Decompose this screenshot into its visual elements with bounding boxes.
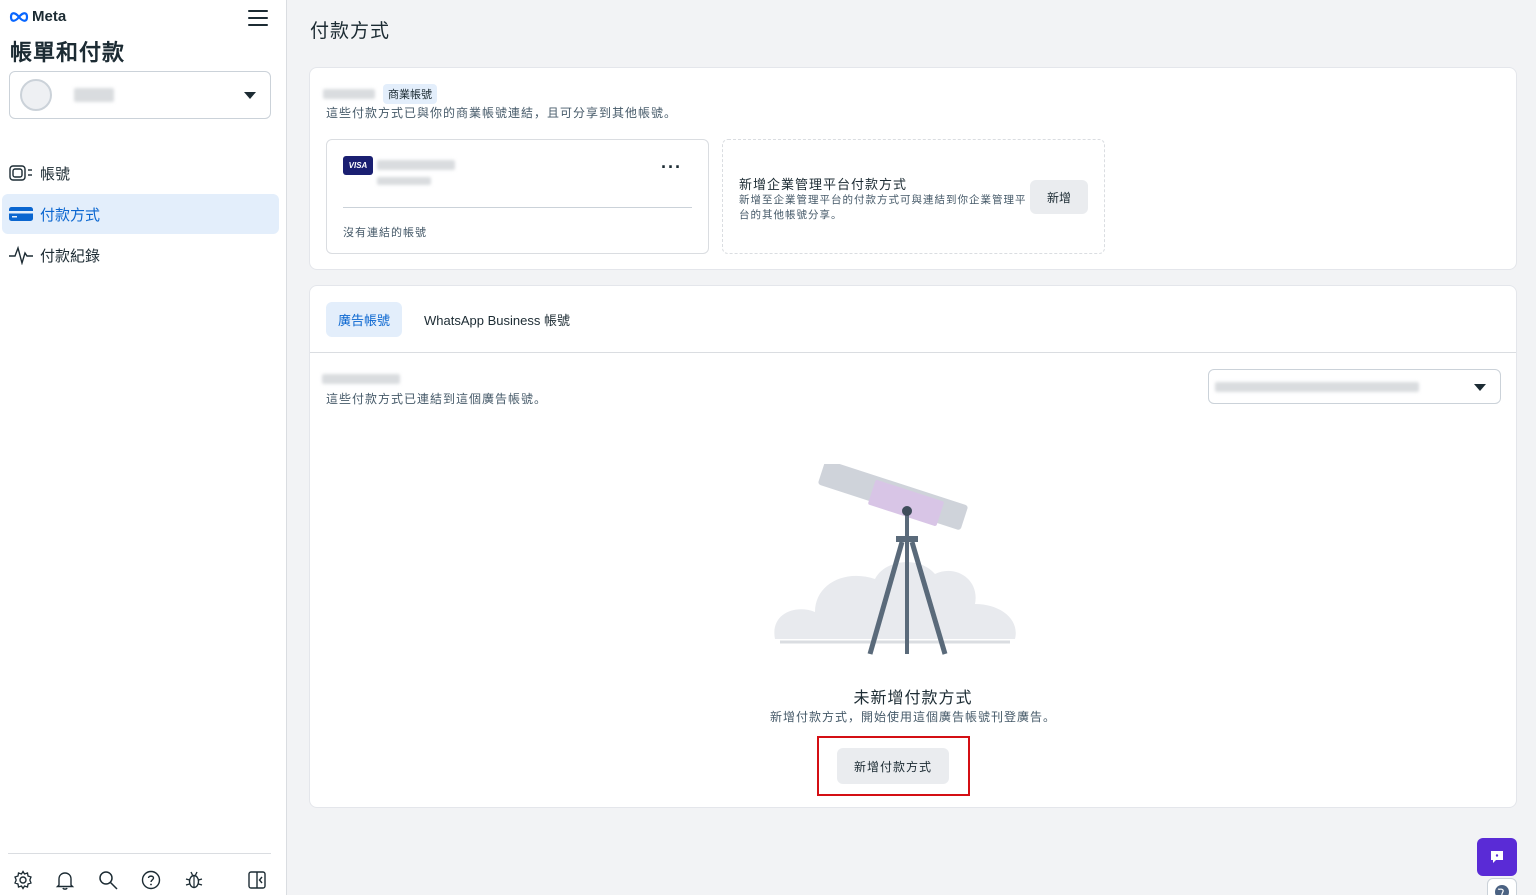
meta-infinity-icon xyxy=(9,11,29,22)
card-number-redacted xyxy=(377,160,455,170)
chevron-down-icon xyxy=(244,92,256,99)
credit-card-icon xyxy=(8,204,34,224)
tab-ad-accounts[interactable]: 廣告帳號 xyxy=(326,302,403,337)
accounts-icon xyxy=(8,163,34,183)
avatar xyxy=(20,79,52,111)
bug-icon[interactable] xyxy=(183,869,205,891)
sidebar-nav: 帳號 付款方式 付款紀錄 xyxy=(0,153,287,276)
add-payment-method-button[interactable]: 新增付款方式 xyxy=(837,748,949,784)
globe-icon xyxy=(1495,885,1509,895)
ad-account-selector[interactable] xyxy=(1208,369,1501,404)
business-account-badge: 商業帳號 xyxy=(383,84,437,104)
chat-icon xyxy=(1491,851,1503,863)
add-platform-title: 新增企業管理平台付款方式 xyxy=(739,177,908,192)
ad-account-name-redacted xyxy=(322,374,400,384)
account-selector[interactable] xyxy=(9,71,271,119)
business-name-redacted xyxy=(323,89,375,99)
sidebar-item-payment-activity[interactable]: 付款紀錄 xyxy=(2,235,279,275)
empty-state-description: 新增付款方式，開始使用這個廣告帳號刊登廣告。 xyxy=(769,710,1056,724)
account-tabs: 廣告帳號 WhatsApp Business 帳號 xyxy=(310,286,1516,353)
business-payment-methods-card: 商業帳號 這些付款方式已與你的商業帳號連結，且可分享到其他帳號。 VISA ··… xyxy=(309,67,1517,270)
sidebar-item-label: 帳號 xyxy=(40,165,71,183)
ad-account-description: 這些付款方式已連結到這個廣告帳號。 xyxy=(326,392,548,406)
linked-accounts-note: 沒有連結的帳號 xyxy=(343,227,427,239)
chat-button[interactable] xyxy=(1477,838,1517,876)
sidebar-item-payment-methods[interactable]: 付款方式 xyxy=(2,194,279,234)
ad-account-selected-redacted xyxy=(1215,382,1419,392)
sidebar: Meta 帳單和付款 帳號 付款方式 付款紀錄 xyxy=(0,0,287,895)
more-options-button[interactable]: ··· xyxy=(661,158,682,176)
card-expiry-redacted xyxy=(377,177,431,185)
visa-logo: VISA xyxy=(343,156,373,175)
help-icon[interactable] xyxy=(140,869,162,891)
tab-whatsapp-accounts[interactable]: WhatsApp Business 帳號 xyxy=(412,302,582,337)
sidebar-footer xyxy=(8,853,271,895)
settings-icon[interactable] xyxy=(12,869,34,891)
payment-method-card: VISA ··· 沒有連結的帳號 xyxy=(326,139,709,254)
panel-toggle-icon[interactable] xyxy=(246,869,268,891)
meta-logo[interactable]: Meta xyxy=(9,8,66,25)
business-card-description: 這些付款方式已與你的商業帳號連結，且可分享到其他帳號。 xyxy=(326,106,678,120)
empty-state-title: 未新增付款方式 xyxy=(853,690,973,707)
activity-icon xyxy=(8,245,34,265)
add-business-payment-method: 新增企業管理平台付款方式 新增至企業管理平台的付款方式可與連結到你企業管理平台的… xyxy=(722,139,1105,254)
sidebar-item-label: 付款紀錄 xyxy=(40,247,101,265)
account-name-redacted xyxy=(74,88,114,102)
menu-icon[interactable] xyxy=(248,10,268,28)
bell-icon[interactable] xyxy=(54,869,76,891)
account-payment-methods-card: 廣告帳號 WhatsApp Business 帳號 這些付款方式已連結到這個廣告… xyxy=(309,285,1517,808)
search-icon[interactable] xyxy=(97,869,119,891)
chevron-down-icon xyxy=(1474,384,1486,391)
sidebar-item-accounts[interactable]: 帳號 xyxy=(2,153,279,193)
add-platform-description: 新增至企業管理平台的付款方式可與連結到你企業管理平台的其他帳號分享。 xyxy=(739,194,1027,221)
app-title: 帳單和付款 xyxy=(10,40,126,65)
language-button[interactable] xyxy=(1487,878,1517,895)
brand-name: Meta xyxy=(32,8,67,25)
divider xyxy=(343,207,692,208)
add-button[interactable]: 新增 xyxy=(1030,180,1088,214)
telescope-illustration xyxy=(774,464,1016,655)
page-title: 付款方式 xyxy=(310,21,391,42)
sidebar-item-label: 付款方式 xyxy=(40,206,101,224)
business-account-row: 商業帳號 xyxy=(323,84,437,104)
